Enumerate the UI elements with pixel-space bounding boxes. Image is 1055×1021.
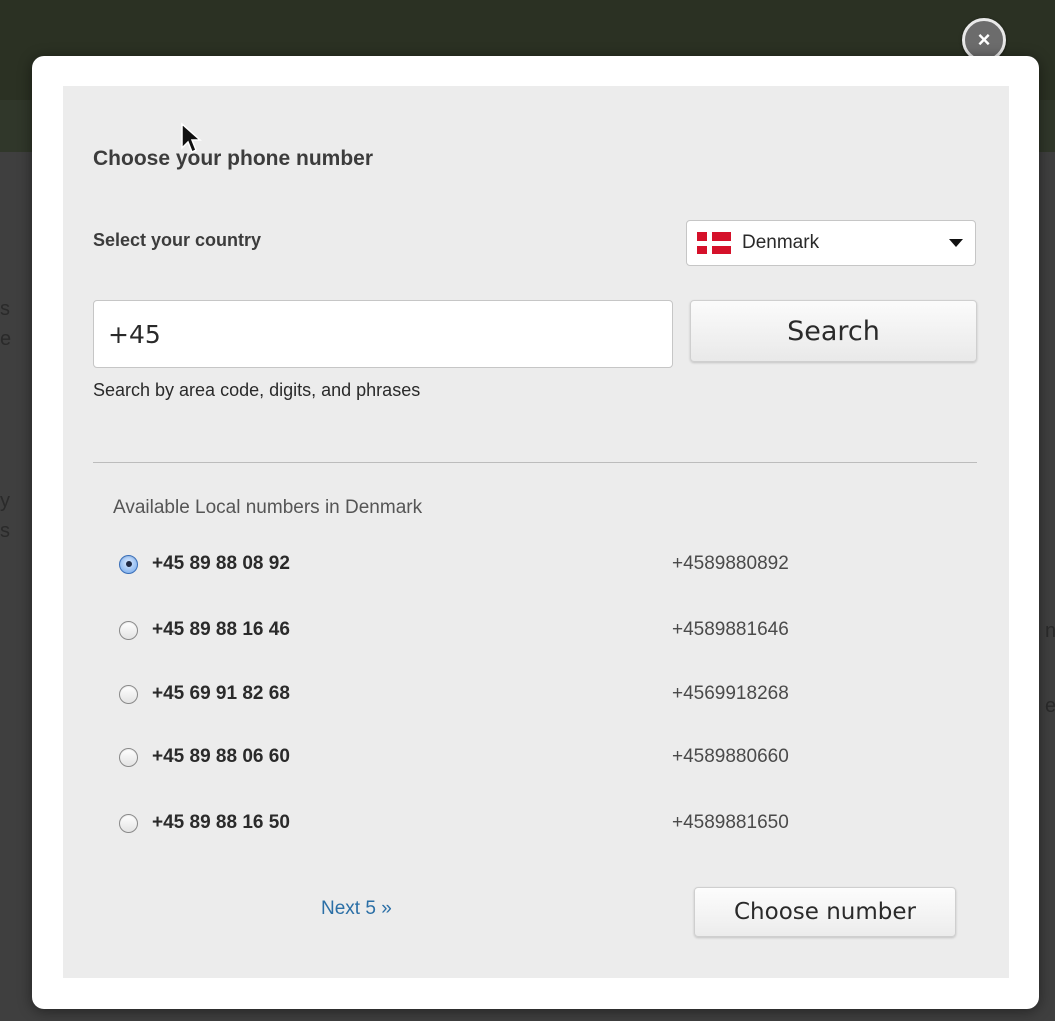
search-helper-text: Search by area code, digits, and phrases bbox=[93, 380, 421, 400]
radio-unchecked-icon[interactable] bbox=[119, 813, 138, 833]
phone-number-dialog: Choose your phone number Select your cou… bbox=[32, 56, 1039, 1009]
background-text-fragment: s bbox=[0, 520, 10, 542]
country-label: Select your country bbox=[93, 230, 262, 250]
number-option[interactable]: +45 89 88 16 50 +4589881650 bbox=[119, 808, 959, 838]
mouse-cursor-icon bbox=[181, 122, 202, 154]
number-search-input[interactable] bbox=[93, 300, 673, 368]
divider bbox=[93, 462, 977, 463]
radio-unchecked-icon[interactable] bbox=[119, 684, 138, 704]
number-formatted: +45 89 88 08 92 bbox=[152, 553, 290, 574]
number-formatted: +45 89 88 06 60 bbox=[152, 746, 290, 767]
number-raw: +4569918268 bbox=[672, 683, 789, 704]
dialog-panel: Choose your phone number Select your cou… bbox=[63, 86, 1009, 978]
background-text-fragment: e bbox=[0, 328, 12, 350]
radio-checked-icon[interactable] bbox=[119, 554, 138, 574]
number-option[interactable]: +45 89 88 16 46 +4589881646 bbox=[119, 615, 959, 645]
number-option[interactable]: +45 89 88 06 60 +4589880660 bbox=[119, 742, 959, 772]
choose-number-button[interactable]: Choose number bbox=[694, 887, 956, 937]
number-raw: +4589881646 bbox=[672, 619, 789, 640]
next-page-link[interactable]: Next 5 » bbox=[321, 898, 392, 920]
country-dropdown[interactable]: Denmark bbox=[686, 220, 976, 266]
close-icon: × bbox=[977, 27, 991, 52]
denmark-flag-icon bbox=[697, 232, 731, 254]
number-option[interactable]: +45 69 91 82 68 +4569918268 bbox=[119, 679, 959, 709]
background-text-fragment: n bbox=[1045, 620, 1055, 642]
dialog-title: Choose your phone number bbox=[93, 147, 374, 170]
background-text-fragment: e bbox=[1045, 695, 1055, 717]
number-raw: +4589880660 bbox=[672, 746, 789, 767]
number-option[interactable]: +45 89 88 08 92 +4589880892 bbox=[119, 549, 959, 579]
number-formatted: +45 89 88 16 50 bbox=[152, 812, 290, 833]
search-button[interactable]: Search bbox=[690, 300, 977, 362]
results-heading: Available Local numbers in Denmark bbox=[113, 497, 423, 518]
background-text-fragment: y bbox=[0, 490, 10, 512]
radio-unchecked-icon[interactable] bbox=[119, 620, 138, 640]
radio-unchecked-icon[interactable] bbox=[119, 747, 138, 767]
chevron-down-icon bbox=[949, 239, 963, 247]
background-text-fragment: s bbox=[0, 298, 10, 320]
number-formatted: +45 89 88 16 46 bbox=[152, 619, 290, 640]
number-raw: +4589881650 bbox=[672, 812, 789, 833]
country-selected-value: Denmark bbox=[742, 232, 820, 253]
number-raw: +4589880892 bbox=[672, 553, 789, 574]
number-formatted: +45 69 91 82 68 bbox=[152, 683, 290, 704]
